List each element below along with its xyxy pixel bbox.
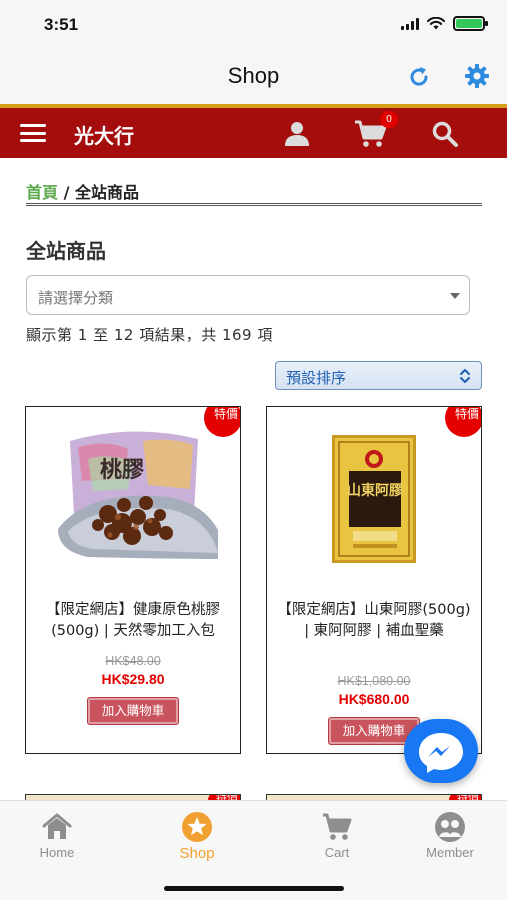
cart-count-badge: 0	[380, 111, 398, 128]
tab-label: Cart	[324, 845, 350, 860]
product-card[interactable]: 特價 桃膠 【限定網店】健康原色桃膠(500g) | 天然零加工入包 HK$48…	[25, 406, 241, 754]
tab-label: Shop	[179, 845, 215, 862]
star-icon	[182, 812, 212, 842]
status-time: 3:51	[44, 15, 79, 34]
home-icon	[42, 813, 72, 839]
menu-icon[interactable]	[20, 124, 46, 142]
refresh-icon[interactable]	[406, 64, 432, 90]
tab-label: Member	[426, 845, 474, 860]
sort-select[interactable]: 預設排序	[275, 361, 482, 390]
sort-arrows-icon	[460, 369, 470, 383]
category-select[interactable]: 請選擇分類	[26, 275, 470, 315]
breadcrumb-separator: /	[63, 183, 70, 202]
product-name[interactable]: 【限定網店】健康原色桃膠(500g) | 天然零加工入包	[32, 600, 234, 642]
product-image-label: 山東阿膠	[347, 482, 403, 499]
nav-header: Shop	[0, 50, 507, 104]
tab-cart[interactable]: Cart	[287, 811, 387, 860]
messenger-icon	[419, 733, 463, 773]
member-icon	[435, 812, 465, 842]
tab-label: Home	[39, 845, 75, 860]
status-bar: 3:51	[0, 0, 507, 50]
tab-home[interactable]: Home	[7, 811, 107, 860]
wifi-icon	[427, 17, 445, 30]
tab-bar: Home Shop Cart Member	[0, 800, 507, 900]
breadcrumb-divider	[26, 203, 482, 206]
page-title: 全站商品	[26, 239, 106, 263]
signal-icon	[401, 17, 419, 30]
gear-icon[interactable]	[464, 63, 490, 89]
status-icons	[401, 16, 488, 31]
product-image-label: 桃膠	[100, 458, 144, 483]
tab-member[interactable]: Member	[400, 811, 500, 860]
breadcrumb-current: 全站商品	[75, 183, 140, 202]
cart-icon	[323, 813, 352, 840]
product-card[interactable]: 特價 山東阿膠 【限定網店】山東阿膠(500g) | 東阿阿膠 | 補血聖藥 H…	[266, 406, 482, 754]
breadcrumb: 首頁 / 全站商品	[26, 179, 139, 203]
product-image[interactable]: 桃膠	[26, 419, 240, 589]
user-icon[interactable]	[283, 119, 311, 147]
category-select-placeholder: 請選擇分類	[38, 289, 114, 307]
price-sale: HK$680.00	[338, 691, 410, 707]
messenger-chat-button[interactable]	[404, 719, 478, 783]
price-original: HK$48.00	[105, 654, 161, 668]
sort-select-value: 預設排序	[286, 369, 347, 387]
product-image[interactable]: 山東阿膠	[267, 419, 481, 589]
site-bar: 光大行 0	[0, 108, 507, 158]
breadcrumb-home-link[interactable]: 首頁	[26, 183, 58, 202]
search-icon[interactable]	[431, 120, 459, 148]
home-indicator	[164, 886, 344, 891]
product-name[interactable]: 【限定網店】山東阿膠(500g) | 東阿阿膠 | 補血聖藥	[273, 600, 475, 642]
price-sale: HK$29.80	[101, 671, 165, 687]
tab-shop[interactable]: Shop	[147, 811, 247, 862]
battery-icon	[453, 16, 488, 31]
chevron-down-icon	[450, 293, 460, 299]
site-name[interactable]: 光大行	[74, 120, 134, 149]
result-count: 顯示第 1 至 12 項結果，共 169 項	[26, 326, 273, 344]
add-to-cart-button[interactable]: 加入購物車	[87, 697, 179, 725]
price-original: HK$1,080.00	[337, 674, 411, 688]
